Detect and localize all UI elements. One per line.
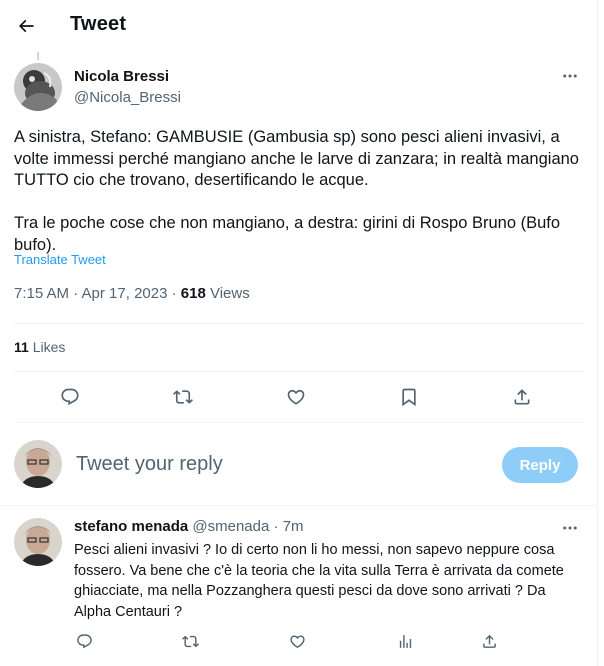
analytics-icon [397, 633, 414, 650]
reply-more-options-button[interactable] [560, 518, 580, 538]
reply-input[interactable]: Tweet your reply [76, 453, 223, 476]
reply-share-button[interactable] [479, 631, 499, 651]
views-count: 618 [180, 285, 206, 302]
share-action-button[interactable] [510, 385, 534, 409]
current-user-avatar[interactable] [14, 440, 62, 488]
reply-retweet-button[interactable] [180, 631, 200, 651]
bookmark-icon [399, 387, 419, 407]
divider [14, 371, 583, 372]
likes-count: 11 [14, 339, 29, 355]
header-bar: Tweet [0, 0, 597, 52]
heart-icon [286, 387, 306, 407]
more-dots-icon [561, 519, 579, 537]
divider [0, 505, 597, 506]
tweet-metadata: 7:15 AM · Apr 17, 2023 · 618 Views [14, 285, 250, 302]
reply-comment-button[interactable] [74, 631, 94, 651]
author-handle[interactable]: @Nicola_Bressi [74, 89, 181, 106]
views-label: Views [205, 285, 250, 302]
divider [14, 422, 583, 423]
retweet-action-button[interactable] [171, 385, 195, 409]
reply-time[interactable]: · 7m [269, 518, 303, 535]
more-options-button[interactable] [560, 66, 580, 86]
author-name[interactable]: Nicola Bressi [74, 68, 169, 85]
reply-action-button[interactable] [58, 385, 82, 409]
reply-analytics-button[interactable] [395, 631, 415, 651]
reply-button[interactable]: Reply [502, 447, 578, 483]
retweet-icon [173, 387, 193, 407]
retweet-icon [181, 633, 199, 650]
reply-author-handle[interactable]: @smenada [192, 518, 269, 535]
tweet-column: Tweet Nicola Bressi @Nicola_Bressi A sin… [0, 0, 598, 666]
arrow-left-icon [16, 16, 36, 36]
author-avatar[interactable] [14, 63, 62, 111]
reply-author-avatar[interactable] [14, 518, 62, 566]
translate-tweet-link[interactable]: Translate Tweet [14, 252, 106, 267]
tweet-timestamp[interactable]: 7:15 AM · Apr 17, 2023 · [14, 285, 181, 302]
tweet-text: A sinistra, Stefano: GAMBUSIE (Gambusia … [14, 128, 579, 254]
comment-icon [76, 633, 93, 650]
divider [14, 323, 583, 324]
likes-label: Likes [28, 339, 66, 355]
thread-line [37, 52, 39, 60]
share-icon [481, 633, 498, 650]
more-dots-icon [561, 67, 579, 85]
reply-text: Pesci alieni invasivi ? Io di certo non … [74, 542, 564, 620]
page-title: Tweet [70, 13, 127, 35]
reply-like-button[interactable] [287, 631, 307, 651]
heart-icon [289, 633, 306, 650]
share-icon [512, 387, 532, 407]
likes-stat[interactable]: 11 Likes [14, 339, 65, 355]
comment-icon [60, 387, 80, 407]
like-action-button[interactable] [284, 385, 308, 409]
reply-author-name[interactable]: stefano menada [74, 518, 188, 535]
reply-author-line: stefano menada @smenada · 7m [74, 518, 303, 535]
back-button[interactable] [12, 12, 40, 40]
bookmark-action-button[interactable] [397, 385, 421, 409]
